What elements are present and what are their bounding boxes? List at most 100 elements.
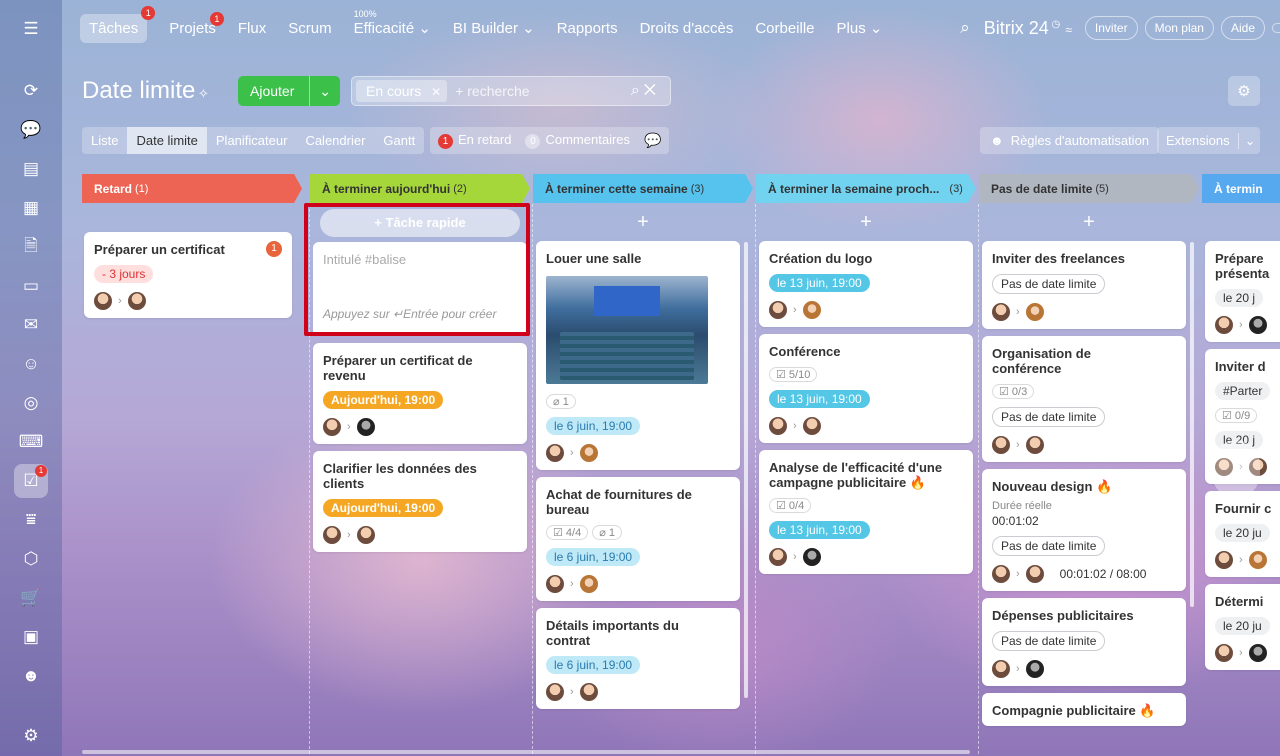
avatar[interactable] [579,575,598,593]
avatar[interactable] [323,418,341,436]
horizontal-scrollbar[interactable] [82,750,970,754]
nav-scrum[interactable]: Scrum [288,20,331,37]
avatar[interactable] [769,301,787,319]
task-card[interactable]: Création du logo le 13 juin, 19:00 › [759,241,973,327]
avatar[interactable] [1025,436,1044,454]
task-title[interactable]: Louer une salle [546,251,730,266]
task-card[interactable]: Préparer un certificat de revenu Aujourd… [313,343,527,444]
search-filter[interactable]: En cours ✕ + recherche ⌕✕ [351,76,671,106]
task-title[interactable]: Prépare présenta [1215,251,1280,281]
task-title[interactable]: Conférence [769,344,963,359]
task-title[interactable]: Inviter d [1215,359,1280,374]
nav-tasks[interactable]: Tâches 1 [80,5,156,43]
avatar[interactable] [1248,316,1267,334]
avatar[interactable] [802,548,821,566]
deadline-tag[interactable]: Pas de date limite [992,407,1106,427]
nav-projects[interactable]: Projets 1 [169,11,224,37]
column-header[interactable]: À termin [1202,174,1280,203]
extensions-button[interactable]: Extensions ⌄ [1157,127,1260,154]
task-title[interactable]: Nouveau design 🔥 [992,479,1176,494]
task-card[interactable]: Conférence ☑ 5/10 le 13 juin, 19:00 › [759,334,973,443]
nav-reports[interactable]: Rapports [557,20,618,37]
automation-button[interactable]: ☻ Règles d'automatisation [980,127,1160,154]
chevron-down-icon[interactable]: ⌄ [309,76,340,106]
avatar[interactable] [992,660,1010,678]
attachment-count[interactable]: ⌀ 1 [592,525,623,540]
deadline-tag[interactable]: le 20 j [1215,289,1264,307]
nav-bi-builder[interactable]: BI Builder ⌄ [453,19,535,37]
deadline-tag[interactable]: le 20 ju [1215,524,1270,542]
column-header[interactable]: À terminer la semaine proch... (3) [756,174,976,203]
task-card[interactable]: Organisation de conférence ☑ 0/3 Pas de … [982,336,1186,462]
task-card[interactable]: Inviter des freelances Pas de date limit… [982,241,1186,329]
avatar[interactable] [769,417,787,435]
scroll-right-arrow-icon[interactable]: › [1212,440,1260,498]
read-all-icon[interactable]: 💬 [644,132,661,149]
task-card[interactable]: Nouveau design 🔥 Durée réelle 00:01:02 P… [982,469,1186,591]
search-input[interactable]: + recherche [455,83,529,99]
files-icon[interactable]: 🗎 [14,230,48,264]
close-icon[interactable]: ✕ [431,85,441,99]
target-icon[interactable]: ◎ [14,386,48,420]
task-title[interactable]: Clarifier les données des clients [323,461,517,491]
deadline-tag[interactable]: le 13 juin, 19:00 [769,521,870,539]
nav-trash[interactable]: Corbeille [755,20,814,37]
task-card[interactable]: Compagnie publicitaire 🔥 [982,693,1186,726]
checklist-count[interactable]: ☑ 0/9 [1215,408,1258,423]
avatar[interactable] [992,436,1010,454]
task-card[interactable]: Détails importants du contrat le 6 juin,… [536,608,740,709]
deadline-tag[interactable]: le 13 juin, 19:00 [769,274,870,292]
avatar[interactable] [546,683,564,701]
nav-efficiency[interactable]: 100% Efficacité ⌄ [354,9,431,37]
invite-button[interactable]: Inviter [1084,16,1138,40]
cart-icon[interactable]: 🛒 [14,581,48,615]
avatar[interactable] [1025,303,1044,321]
checklist-count[interactable]: ☑ 5/10 [769,367,818,382]
avatar[interactable] [356,526,375,544]
deadline-tag[interactable]: Pas de date limite [992,536,1106,556]
chat-icon[interactable]: 💬 [14,113,48,147]
checklist-count[interactable]: ☑ 4/4 [546,525,589,540]
task-title[interactable]: Organisation de conférence [992,346,1176,376]
view-deadline[interactable]: Date limite [127,127,207,154]
avatar[interactable] [992,565,1010,583]
search-icon[interactable]: ⌕ [631,82,644,99]
task-card[interactable]: Louer une salle ⌀ 1 le 6 juin, 19:00 › [536,241,740,470]
crm-icon[interactable]: ⌨ [14,425,48,459]
avatar[interactable] [1248,644,1267,662]
task-title[interactable]: Préparer un certificat [94,242,282,257]
avatar[interactable] [546,575,564,593]
avatar[interactable] [802,301,821,319]
box-icon[interactable]: ⬡ [14,542,48,576]
deadline-tag[interactable]: Aujourd'hui, 19:00 [323,391,444,409]
view-calendar[interactable]: Calendrier [296,127,374,154]
pin-icon[interactable]: ✧ [198,86,209,102]
help-button[interactable]: Aide [1220,16,1265,40]
avatar[interactable] [1248,551,1267,569]
calendar-icon[interactable]: ▦ [14,191,48,225]
filter-icon[interactable]: ⩸ [14,503,48,537]
task-card[interactable]: Détermi le 20 ju › [1205,584,1280,670]
menu-icon[interactable]: ☰ [14,12,48,46]
nav-access-rights[interactable]: Droits d'accès [640,20,734,37]
add-task-icon[interactable]: + [533,203,753,241]
deadline-tag[interactable]: le 13 juin, 19:00 [769,390,870,408]
avatar[interactable] [1025,660,1044,678]
avatar[interactable] [127,292,146,310]
checklist-count[interactable]: ☑ 0/4 [769,498,812,513]
avatar[interactable] [1215,316,1233,334]
task-card[interactable]: Prépare présenta le 20 j › [1205,241,1280,342]
my-plan-button[interactable]: Mon plan [1144,16,1214,40]
search-icon[interactable]: ⌕ [960,18,970,38]
task-title[interactable]: Création du logo [769,251,963,266]
drive-icon[interactable]: ▭ [14,269,48,303]
column-header[interactable]: À terminer aujourd'hui (2) [310,174,530,203]
avatar[interactable] [94,292,112,310]
avatar[interactable] [579,444,598,462]
gear-icon[interactable]: ⚙ [1228,76,1260,106]
clear-icon[interactable]: ✕ [644,82,660,99]
view-list[interactable]: Liste [82,127,127,154]
mail-icon[interactable]: ✉ [14,308,48,342]
task-card[interactable]: Analyse de l'efficacité d'une campagne p… [759,450,973,574]
avatar[interactable] [1025,565,1044,583]
